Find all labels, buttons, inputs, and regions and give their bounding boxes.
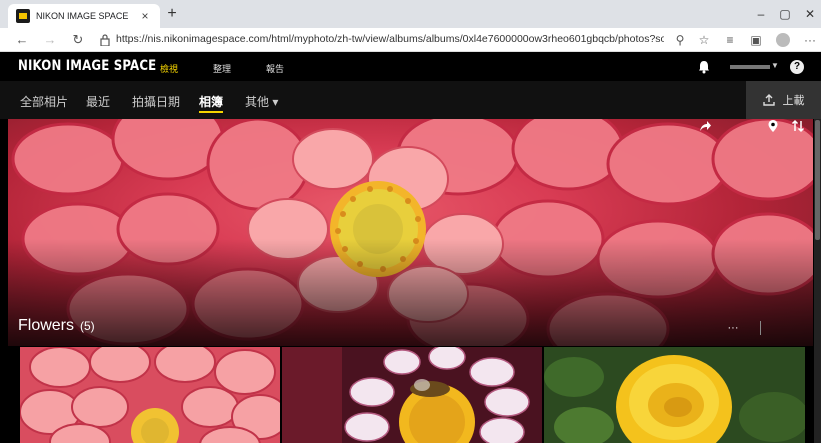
album-cover-image[interactable]: Flowers (5) ··· — [8, 119, 813, 346]
upload-label: 上載 — [782, 95, 805, 107]
chevron-down-icon[interactable]: ▼ — [771, 61, 779, 70]
browser-menu-button[interactable]: ··· — [800, 30, 820, 50]
profile-avatar[interactable] — [776, 33, 790, 47]
collections-icon[interactable]: ▣ — [746, 30, 766, 50]
subnav-shoot-date[interactable]: 拍攝日期 — [132, 93, 180, 110]
photo-thumbnail-2[interactable] — [282, 347, 542, 443]
tab-close-icon[interactable]: × — [138, 9, 152, 23]
help-button[interactable]: ? — [790, 60, 804, 74]
nav-report[interactable]: 報告 — [266, 62, 284, 75]
sort-icon[interactable] — [791, 119, 805, 133]
subnav-recent[interactable]: 最近 — [86, 93, 110, 110]
upload-icon — [762, 94, 775, 106]
share-icon[interactable] — [698, 119, 712, 133]
toolbar-divider — [760, 321, 761, 335]
key-icon[interactable]: ⚲ — [670, 30, 690, 50]
user-name[interactable] — [730, 65, 770, 69]
reload-button[interactable]: ↻ — [68, 30, 88, 50]
album-title: Flowers (5) — [18, 317, 95, 335]
address-bar: ← → ↻ https://nis.nikonimagespace.com/ht… — [0, 28, 821, 52]
brand-logo[interactable]: NIKON IMAGE SPACE — [18, 58, 156, 74]
subnav-other[interactable]: 其他 ▾ — [245, 93, 278, 110]
white-dahlia-with-bee-photo — [282, 347, 542, 443]
location-icon[interactable] — [766, 119, 780, 133]
close-window-button[interactable]: ✕ — [795, 4, 821, 24]
nav-view[interactable]: 檢視 — [160, 62, 178, 75]
url-field[interactable]: https://nis.nikonimagespace.com/html/myp… — [116, 33, 664, 45]
bell-icon[interactable] — [698, 60, 710, 74]
tab-title: NIKON IMAGE SPACE — [36, 11, 129, 21]
forward-button[interactable]: → — [40, 30, 60, 50]
subnav-albums[interactable]: 相簿 — [199, 93, 223, 110]
favorites-bar-icon[interactable]: ≡ — [720, 30, 740, 50]
album-name: Flowers — [18, 317, 75, 334]
pink-dahlia-photo — [20, 347, 280, 443]
page-scrollbar-thumb[interactable] — [815, 120, 820, 240]
more-icon[interactable]: ··· — [726, 321, 740, 335]
subnav-all-photos[interactable]: 全部相片 — [20, 93, 68, 110]
yellow-rose-photo — [544, 347, 805, 443]
active-tab-indicator — [199, 111, 223, 113]
photo-grid — [20, 347, 805, 443]
sub-navigation: 全部相片 最近 拍攝日期 相簿 其他 ▾ — [0, 81, 821, 119]
cover-gradient-overlay — [8, 239, 813, 346]
album-photo-count: (5) — [80, 319, 95, 333]
nikon-favicon-icon — [16, 9, 30, 23]
favorite-star-icon[interactable]: ☆ — [694, 30, 714, 50]
lock-icon — [100, 34, 110, 46]
site-header: NIKON IMAGE SPACE 檢視 整理 報告 ▼ ? — [0, 53, 821, 81]
browser-tab-bar: NIKON IMAGE SPACE × + – ▢ ✕ — [0, 0, 821, 28]
upload-button[interactable]: 上載 — [746, 81, 821, 119]
photo-thumbnail-3[interactable] — [544, 347, 805, 443]
new-tab-button[interactable]: + — [163, 6, 181, 24]
browser-tab[interactable]: NIKON IMAGE SPACE × — [8, 4, 160, 28]
photo-thumbnail-1[interactable] — [20, 347, 280, 443]
nav-organize[interactable]: 整理 — [213, 62, 231, 75]
back-button[interactable]: ← — [12, 30, 32, 50]
